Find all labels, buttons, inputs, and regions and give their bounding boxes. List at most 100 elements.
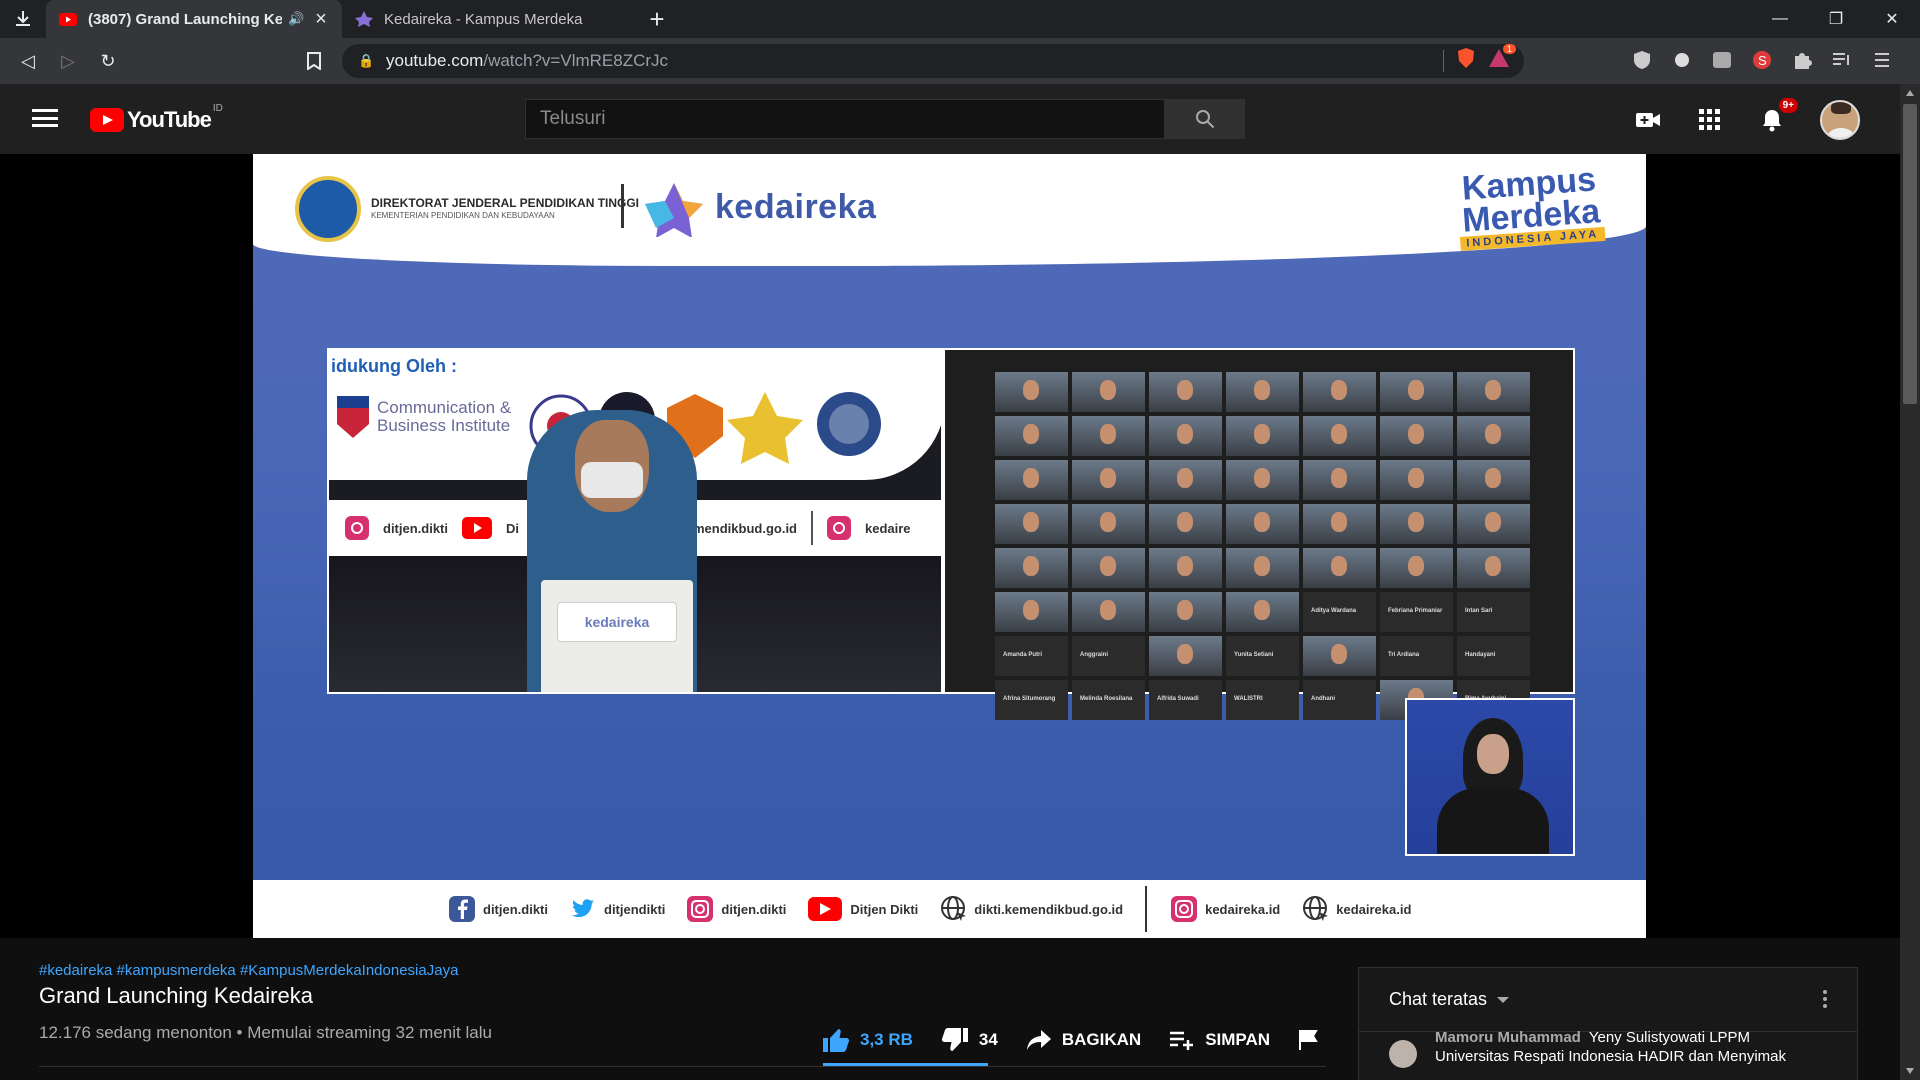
zoom-participant-tile: Yunita Setiani xyxy=(1226,636,1299,676)
zoom-participant-tile: WALISTRI xyxy=(1226,680,1299,720)
menu-icon[interactable] xyxy=(1870,46,1894,74)
participant-face xyxy=(1254,556,1270,576)
like-button[interactable]: 3,3 RB xyxy=(822,1027,913,1053)
footer-instagram-kedaireka: kedaireka.id xyxy=(1171,896,1280,922)
inner-social-1: ditjen.dikti xyxy=(383,520,448,536)
window-controls: — ❐ ✕ xyxy=(1752,0,1920,38)
close-window-button[interactable]: ✕ xyxy=(1864,0,1920,38)
page-scrollbar[interactable] xyxy=(1900,84,1920,1080)
participant-face xyxy=(1023,424,1039,444)
dislike-button[interactable]: 34 xyxy=(941,1027,998,1053)
footer-facebook-label: ditjen.dikti xyxy=(483,901,548,917)
speaker-icon[interactable]: 🔊 xyxy=(288,11,306,27)
scroll-down-icon[interactable] xyxy=(1906,1068,1914,1074)
avatar[interactable] xyxy=(1820,100,1860,140)
participant-face xyxy=(1331,380,1347,400)
twitter-icon xyxy=(570,896,596,922)
hashtags-link[interactable]: #kedaireka #kampusmerdeka #KampusMerdeka… xyxy=(39,962,458,979)
interpreter-face xyxy=(1477,734,1509,774)
interpreter-torso xyxy=(1437,788,1549,854)
zoom-participant-tile: Andhani xyxy=(1303,680,1376,720)
scroll-up-icon[interactable] xyxy=(1906,90,1914,96)
participant-face xyxy=(1254,380,1270,400)
divider xyxy=(39,1066,1326,1067)
tab-kedaireka[interactable]: Kedaireka - Kampus Merdeka xyxy=(342,0,638,38)
share-icon xyxy=(1026,1030,1051,1050)
bookmark-icon[interactable] xyxy=(300,47,328,75)
notification-count: 9+ xyxy=(1778,98,1798,113)
participant-face xyxy=(1100,424,1116,444)
video-footer-social: ditjen.dikti ditjendikti ditjen.dikti Di… xyxy=(253,880,1646,938)
minimize-button[interactable]: — xyxy=(1752,0,1808,38)
participant-face xyxy=(1100,380,1116,400)
participant-face xyxy=(1408,468,1424,488)
tab-youtube[interactable]: (3807) Grand Launching Kedaireka 🔊 × xyxy=(46,0,342,38)
save-button[interactable]: SIMPAN xyxy=(1169,1030,1270,1050)
youtube-logo[interactable]: YouTube ID xyxy=(90,103,223,133)
participant-face xyxy=(1485,556,1501,576)
zoom-participant-tile xyxy=(1303,460,1376,500)
leaf-extension-icon[interactable] xyxy=(1670,46,1694,74)
chat-header[interactable]: Chat teratas xyxy=(1359,968,1857,1032)
brave-rewards-icon[interactable]: 1 xyxy=(1488,44,1516,73)
video-player[interactable]: DIREKTORAT JENDERAL PENDIDIKAN TINGGI KE… xyxy=(0,154,1900,938)
create-video-icon[interactable] xyxy=(1634,102,1662,138)
browser-tab-strip: (3807) Grand Launching Kedaireka 🔊 × Ked… xyxy=(0,0,1920,38)
footer-instagram: ditjen.dikti xyxy=(687,896,786,922)
participant-face xyxy=(1331,424,1347,444)
s-extension-icon[interactable]: S xyxy=(1750,46,1774,74)
search-input[interactable] xyxy=(526,100,1164,138)
footer-facebook: ditjen.dikti xyxy=(449,896,548,922)
chat-author[interactable]: Mamoru Muhammad xyxy=(1435,1029,1581,1046)
report-button[interactable] xyxy=(1298,1029,1320,1051)
zoom-participant-tile xyxy=(1457,460,1530,500)
search-button[interactable] xyxy=(1164,100,1244,138)
more-options-icon[interactable] xyxy=(1823,990,1827,1008)
participant-face xyxy=(1177,380,1193,400)
zoom-participant-tile xyxy=(1303,636,1376,676)
shield-extension-icon[interactable] xyxy=(1630,46,1654,74)
download-icon[interactable] xyxy=(0,0,46,38)
participant-name: Aditya Wardana xyxy=(1311,608,1357,614)
youtube-favicon-icon xyxy=(58,12,78,26)
footer-twitter-label: ditjendikti xyxy=(604,901,666,917)
dikti-text: DIREKTORAT JENDERAL PENDIDIKAN TINGGI KE… xyxy=(371,196,639,220)
reload-button[interactable]: ↻ xyxy=(88,41,128,81)
like-count: 3,3 RB xyxy=(860,1030,913,1049)
playlist-icon[interactable] xyxy=(1830,46,1854,74)
participant-name: Melinda Roesilana xyxy=(1080,696,1133,702)
back-button[interactable]: ◁ xyxy=(8,41,48,81)
zoom-gallery: Aditya Wardana Febriana Primaniar Intan Sa… xyxy=(943,348,1575,720)
hamburger-menu-icon[interactable] xyxy=(32,106,58,130)
web-icon xyxy=(940,896,967,922)
instagram-icon xyxy=(827,516,851,540)
brave-shield-icon[interactable] xyxy=(1456,47,1476,74)
participant-face xyxy=(1100,600,1116,620)
share-button[interactable]: BAGIKAN xyxy=(1026,1029,1141,1051)
video-actions: 3,3 RB 34 BAGIKAN SIMPAN xyxy=(822,1020,1348,1060)
apps-grid-icon[interactable] xyxy=(1696,102,1724,138)
box-extension-icon[interactable] xyxy=(1710,46,1734,74)
zoom-participant-tile xyxy=(1149,504,1222,544)
video-meta: 12.176 sedang menonton • Memulai streami… xyxy=(39,1023,492,1042)
search-icon xyxy=(1195,110,1214,129)
forward-button[interactable]: ▷ xyxy=(48,41,88,81)
footer-kedaireka-ig-label: kedaireka.id xyxy=(1205,901,1281,917)
inner-social-3: mendikbud.go.id xyxy=(693,520,797,536)
sponsor-name-line1: Communication & xyxy=(377,398,512,417)
new-tab-button[interactable]: + xyxy=(638,0,676,38)
scroll-thumb[interactable] xyxy=(1903,104,1917,404)
close-tab-icon[interactable]: × xyxy=(312,8,330,31)
zoom-participant-tile xyxy=(1303,372,1376,412)
playlist-add-icon xyxy=(1170,1031,1194,1050)
video-frame: DIREKTORAT JENDERAL PENDIDIKAN TINGGI KE… xyxy=(253,154,1646,938)
restore-button[interactable]: ❐ xyxy=(1808,0,1864,38)
save-label: SIMPAN xyxy=(1205,1030,1271,1049)
puzzle-extension-icon[interactable] xyxy=(1790,46,1814,74)
zoom-participant-tile xyxy=(1380,548,1453,588)
avatar[interactable] xyxy=(1389,1040,1417,1068)
notifications-bell-icon[interactable]: 9+ xyxy=(1758,98,1798,138)
address-bar[interactable]: 🔒 youtube.com/watch?v=VlmRE8ZCrJc 1 xyxy=(342,44,1524,78)
participant-name: Handayani xyxy=(1465,652,1496,658)
youtube-icon xyxy=(808,897,843,921)
